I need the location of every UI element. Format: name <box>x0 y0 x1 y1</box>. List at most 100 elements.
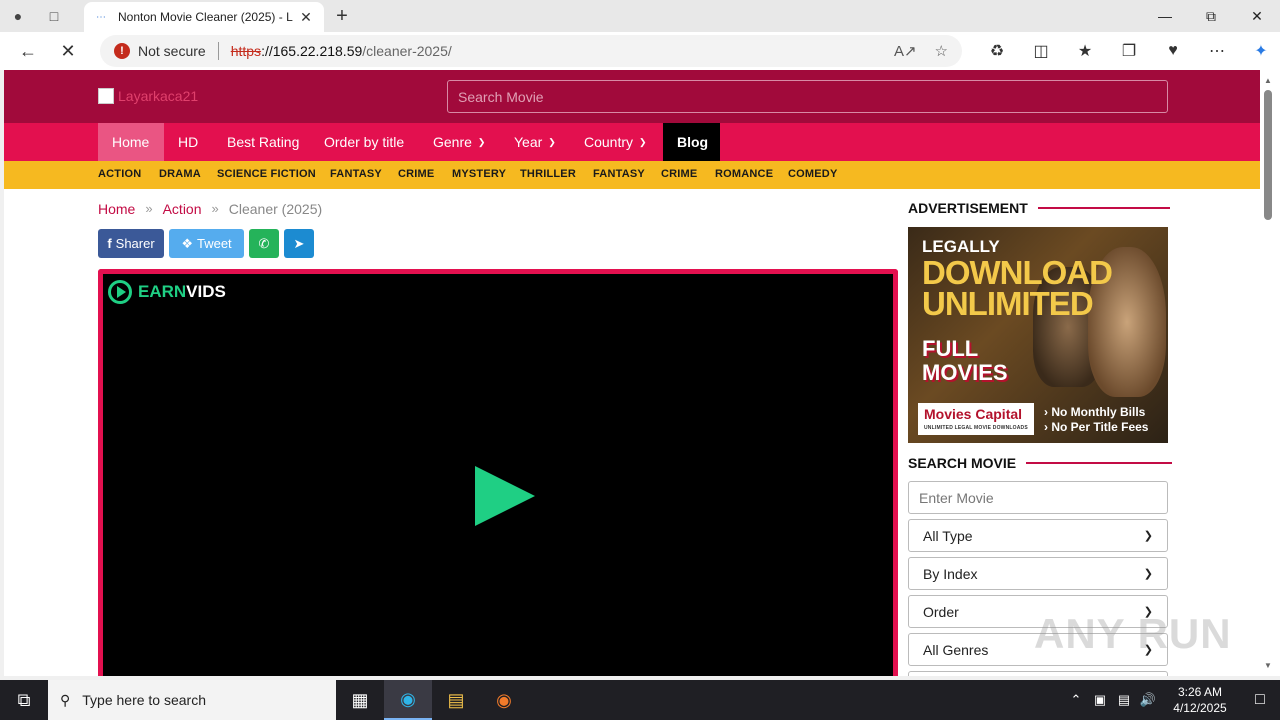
extensions-icon[interactable]: ♻ <box>975 41 1019 61</box>
nav-label: Year <box>514 134 543 150</box>
nav-hd[interactable]: HD <box>164 123 212 161</box>
select-value: All Type <box>923 527 973 544</box>
chevron-up-icon[interactable]: ⌃ <box>1064 692 1088 708</box>
window-controls: — ⧉ ✕ <box>1142 0 1280 32</box>
favorite-star-icon[interactable]: ☆ <box>935 42 948 60</box>
advertisement-banner[interactable]: LEGALLY DOWNLOAD UNLIMITED FULL MOVIES Mov… <box>908 227 1168 443</box>
genre-link[interactable]: FANTASY <box>330 168 382 180</box>
genre-link[interactable]: CRIME <box>398 168 434 180</box>
genre-link[interactable]: THRILLER <box>520 168 576 180</box>
ad-fee-1: › No Monthly Bills <box>1044 405 1146 419</box>
ad-brand-logo: Movies Capital UNLIMITED LEGAL MOVIE DOWN… <box>918 403 1034 435</box>
page-scrollbar[interactable]: ▲ ▼ <box>1260 70 1280 676</box>
system-tray: ⌃ ▣ ▤ 🔊 3:26 AM 4/12/2025 □ <box>1064 680 1280 720</box>
type-select[interactable]: All Type ❯ <box>908 519 1168 552</box>
whatsapp-icon: ✆ <box>258 235 270 251</box>
twitter-share-label: Tweet <box>196 236 232 251</box>
genre-link[interactable]: CRIME <box>661 168 697 180</box>
nav-label: Country <box>584 134 634 150</box>
not-secure-label[interactable]: Not secure <box>138 43 206 59</box>
performance-icon[interactable]: ♥ <box>1151 42 1195 60</box>
profile-icon[interactable]: ● <box>0 0 36 32</box>
clock[interactable]: 3:26 AM 4/12/2025 <box>1160 684 1240 716</box>
facebook-share-button[interactable]: f Sharer <box>98 229 164 258</box>
nav-label: Genre <box>433 134 472 150</box>
genre-link[interactable]: SCIENCE FICTION <box>217 168 316 180</box>
chevron-down-icon: ❯ <box>1143 530 1153 542</box>
earnvids-play-icon <box>108 280 132 304</box>
loading-icon: ⋯ <box>96 11 106 23</box>
volume-icon[interactable]: 🔊 <box>1136 692 1160 708</box>
tab-actions-icon[interactable]: □ <box>36 0 72 32</box>
twitter-share-button[interactable]: ❖ Tweet <box>169 229 244 258</box>
nav-genre[interactable]: Genre ❯ <box>419 123 499 161</box>
next-select[interactable] <box>908 671 1168 676</box>
task-view-icon[interactable]: ▦ <box>336 680 384 720</box>
close-window-icon[interactable]: ✕ <box>1234 0 1280 32</box>
genre-link[interactable]: MYSTERY <box>452 168 506 180</box>
nav-best-rating[interactable]: Best Rating <box>213 123 313 161</box>
back-icon[interactable]: ← <box>8 32 48 70</box>
edge-browser-icon[interactable]: ◉ <box>384 680 432 720</box>
genre-link[interactable]: COMEDY <box>788 168 837 180</box>
firefox-icon[interactable]: ◉ <box>480 680 528 720</box>
address-bar[interactable]: ! Not secure https ://165.22.218.59 /cle… <box>100 35 962 67</box>
network-icon[interactable]: ▤ <box>1112 692 1136 708</box>
read-aloud-icon[interactable]: A↗ <box>894 42 917 60</box>
index-select[interactable]: By Index ❯ <box>908 557 1168 590</box>
stop-loading-icon[interactable]: ✕ <box>48 32 88 70</box>
telegram-icon: ➤ <box>293 235 305 251</box>
not-secure-icon: ! <box>114 43 130 59</box>
site-logo[interactable]: Layarkaca21 <box>98 88 198 104</box>
scroll-up-icon[interactable]: ▲ <box>1264 76 1272 85</box>
ad-text-headline: DOWNLOAD UNLIMITED <box>922 256 1113 320</box>
nav-blog[interactable]: Blog <box>663 123 720 161</box>
windows-start-icon[interactable]: ⧉ <box>0 680 48 720</box>
ad-brand-sub: UNLIMITED LEGAL MOVIE DOWNLOADS <box>924 425 1028 431</box>
breadcrumb-home[interactable]: Home <box>98 201 135 217</box>
breadcrumb: Home » Action » Cleaner (2025) <box>98 201 322 217</box>
tab-title: Nonton Movie Cleaner (2025) - L <box>118 10 293 24</box>
nav-label: HD <box>178 134 199 150</box>
genre-link[interactable]: ACTION <box>98 168 141 180</box>
close-tab-icon[interactable]: ✕ <box>298 9 314 26</box>
nav-country[interactable]: Country ❯ <box>570 123 661 161</box>
file-explorer-icon[interactable]: ▤ <box>432 680 480 720</box>
brand-vids: VIDS <box>186 282 226 301</box>
facebook-share-label: Sharer <box>115 236 155 251</box>
play-button-icon[interactable] <box>475 466 535 526</box>
genre-link[interactable]: DRAMA <box>159 168 201 180</box>
scrollbar-thumb[interactable] <box>1264 90 1272 220</box>
collections-icon[interactable]: ❐ <box>1107 41 1151 61</box>
favorites-icon[interactable]: ★ <box>1063 41 1107 61</box>
copilot-icon[interactable]: ✦ <box>1239 41 1280 61</box>
genre-link[interactable]: ROMANCE <box>715 168 773 180</box>
taskbar-search[interactable]: ⚲ Type here to search <box>48 680 336 720</box>
nav-label: Order by title <box>324 134 405 150</box>
movie-search-input[interactable]: Enter Movie <box>908 481 1168 514</box>
new-tab-button[interactable]: + <box>330 4 354 28</box>
breadcrumb-category[interactable]: Action <box>163 201 202 217</box>
browser-toolbar: ♻ ◫ ★ ❐ ♥ ⋯ ✦ <box>975 32 1280 70</box>
header-search-input[interactable]: Search Movie <box>447 80 1168 113</box>
telegram-share-button[interactable]: ➤ <box>284 229 314 258</box>
select-value: By Index <box>923 565 978 582</box>
nav-home[interactable]: Home <box>98 123 164 161</box>
twitter-icon: ❖ <box>181 235 193 251</box>
nav-order-by-title[interactable]: Order by title <box>310 123 418 161</box>
nav-year[interactable]: Year ❯ <box>500 123 570 161</box>
select-value: Order <box>923 603 959 620</box>
browser-tab[interactable]: ⋯ Nonton Movie Cleaner (2025) - L ✕ <box>84 2 324 32</box>
restore-icon[interactable]: ⧉ <box>1188 0 1234 32</box>
video-player[interactable]: EARNVIDS <box>98 269 898 676</box>
page-viewport: Layarkaca21 Search Movie Home HD Best Ra… <box>4 70 1260 676</box>
more-menu-icon[interactable]: ⋯ <box>1195 41 1239 61</box>
anyrun-watermark: ANY RUN <box>1034 610 1232 657</box>
whatsapp-share-button[interactable]: ✆ <box>249 229 279 258</box>
genre-link[interactable]: FANTASY <box>593 168 645 180</box>
device-icon[interactable]: ▣ <box>1088 692 1112 708</box>
scroll-down-icon[interactable]: ▼ <box>1264 661 1272 670</box>
split-screen-icon[interactable]: ◫ <box>1019 41 1063 61</box>
notification-icon[interactable]: □ <box>1240 691 1280 709</box>
minimize-icon[interactable]: — <box>1142 0 1188 32</box>
